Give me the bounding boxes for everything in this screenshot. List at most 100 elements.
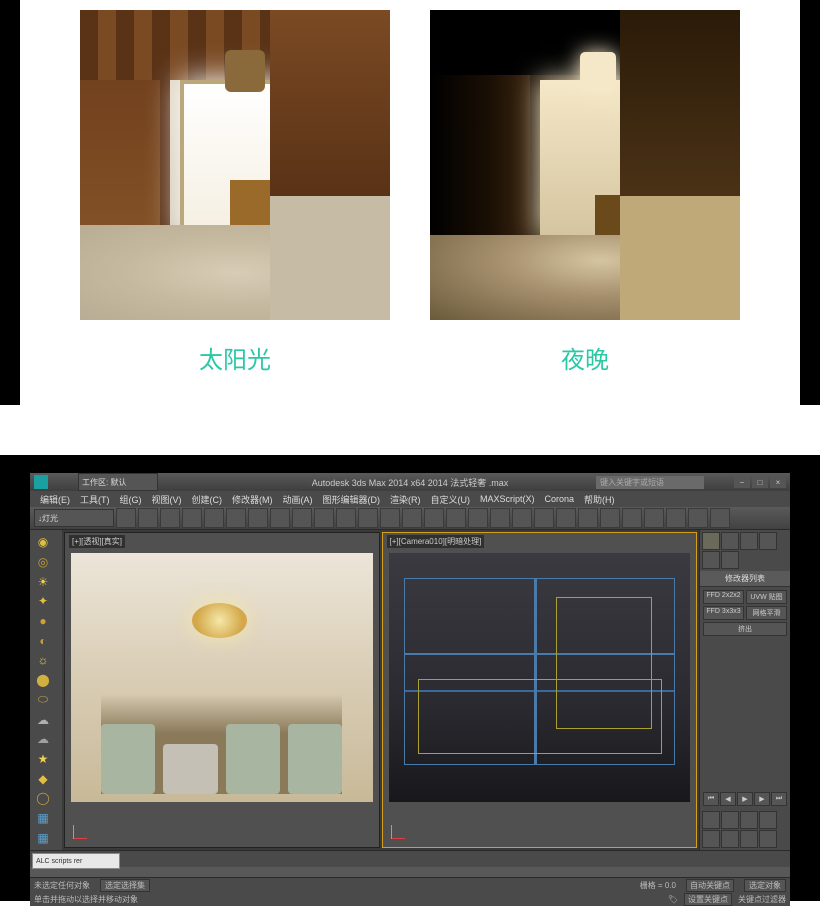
menu-help[interactable]: 帮助(H)	[580, 493, 619, 506]
menu-customize[interactable]: 自定义(U)	[427, 493, 475, 506]
light-tool-icon[interactable]: ◎	[33, 554, 53, 571]
toolbar-button[interactable]	[666, 508, 686, 528]
toolbar-button[interactable]	[556, 508, 576, 528]
menu-grapheditors[interactable]: 图形编辑器(D)	[319, 493, 385, 506]
menu-animation[interactable]: 动画(A)	[279, 493, 317, 506]
hierarchy-tab-icon[interactable]	[740, 532, 758, 550]
viewport-perspective[interactable]: [+][透视][真实]	[64, 532, 380, 848]
maximize-viewport-button[interactable]	[759, 811, 777, 829]
toolbar-button[interactable]	[270, 508, 290, 528]
toolbar-button[interactable]	[160, 508, 180, 528]
modifier-button[interactable]: 挤出	[703, 622, 787, 636]
menu-modifiers[interactable]: 修改器(M)	[228, 493, 277, 506]
time-slider[interactable]: 0 / 100	[30, 850, 790, 867]
utilities-tab-icon[interactable]	[721, 551, 739, 569]
light-tool-icon[interactable]: ☼	[33, 652, 53, 669]
modify-tab-icon[interactable]	[721, 532, 739, 550]
pan-button[interactable]	[702, 811, 720, 829]
orbit-button[interactable]	[740, 811, 758, 829]
menu-rendering[interactable]: 渲染(R)	[386, 493, 425, 506]
light-tool-icon[interactable]: ✦	[33, 593, 53, 610]
nav-button[interactable]	[702, 830, 720, 848]
toolbar-button[interactable]	[446, 508, 466, 528]
modifier-button[interactable]: FFD 2x2x2	[703, 590, 744, 604]
help-search-input[interactable]: 键入关键字或短语	[596, 476, 704, 489]
alc-scripts-panel[interactable]: ALC scripts rer	[32, 853, 120, 869]
selection-set-dropdown[interactable]: 选定选择集	[100, 879, 150, 892]
next-frame-button[interactable]: ▶	[754, 792, 770, 806]
key-filters-button[interactable]: 关键点过滤器	[738, 894, 786, 905]
viewport-label[interactable]: [+][Camera010][明暗处理]	[387, 535, 485, 548]
setkey-button[interactable]: 设置关键点	[684, 893, 732, 906]
toolbar-button[interactable]	[578, 508, 598, 528]
grid-icon[interactable]: ▦	[33, 810, 53, 827]
key-filter-dropdown[interactable]: 选定对象	[744, 879, 786, 892]
light-tool-icon[interactable]: ◐	[33, 632, 53, 649]
viewport-label[interactable]: [+][透视][真实]	[69, 535, 125, 548]
play-button[interactable]: ▶	[737, 792, 753, 806]
autokey-button[interactable]: 自动关键点	[686, 879, 734, 892]
menu-group[interactable]: 组(G)	[116, 493, 146, 506]
create-tab-icon[interactable]	[702, 532, 720, 550]
toolbar-button[interactable]	[336, 508, 356, 528]
toolbar-button[interactable]	[292, 508, 312, 528]
app-icon[interactable]	[34, 475, 48, 489]
cloud-icon[interactable]: ☁	[33, 731, 53, 748]
toolbar-button[interactable]	[402, 508, 422, 528]
modifier-button[interactable]: FFD 3x3x3	[703, 606, 744, 620]
toolbar-button[interactable]	[644, 508, 664, 528]
sun-icon[interactable]: ☀	[33, 573, 53, 590]
toolbar-button[interactable]	[182, 508, 202, 528]
menu-corona[interactable]: Corona	[541, 494, 579, 504]
motion-tab-icon[interactable]	[759, 532, 777, 550]
toolbar-button[interactable]	[424, 508, 444, 528]
modifier-button[interactable]: UVW 贴图	[746, 590, 787, 604]
toolbar-button[interactable]	[534, 508, 554, 528]
goto-start-button[interactable]: ⏮	[703, 792, 719, 806]
nav-button[interactable]	[740, 830, 758, 848]
minimize-button[interactable]: −	[734, 476, 750, 488]
light-tool-icon[interactable]: ●	[33, 613, 53, 630]
toolbar-button[interactable]	[248, 508, 268, 528]
circle-icon[interactable]: ◯	[33, 790, 53, 807]
goto-end-button[interactable]: ⏭	[771, 792, 787, 806]
prev-frame-button[interactable]: ◀	[720, 792, 736, 806]
modifier-list-header[interactable]: 修改器列表	[700, 571, 790, 587]
toolbar-button[interactable]	[710, 508, 730, 528]
selection-filter-dropdown[interactable]: ↓灯光	[34, 509, 114, 527]
menu-maxscript[interactable]: MAXScript(X)	[476, 494, 539, 504]
toolbar-button[interactable]	[600, 508, 620, 528]
toolbar-button[interactable]	[380, 508, 400, 528]
star-icon[interactable]: ★	[33, 751, 53, 768]
toolbar-button[interactable]	[490, 508, 510, 528]
nav-button[interactable]	[759, 830, 777, 848]
grid-icon[interactable]: ▦	[33, 829, 53, 846]
zoom-button[interactable]	[721, 811, 739, 829]
maximize-button[interactable]: □	[752, 476, 768, 488]
toolbar-button[interactable]	[204, 508, 224, 528]
diamond-icon[interactable]: ◆	[33, 770, 53, 787]
light-tool-icon[interactable]: ◉	[33, 534, 53, 551]
toolbar-button[interactable]	[622, 508, 642, 528]
display-tab-icon[interactable]	[702, 551, 720, 569]
toolbar-button[interactable]	[468, 508, 488, 528]
toolbar-button[interactable]	[116, 508, 136, 528]
light-tool-icon[interactable]: ⬭	[33, 692, 53, 709]
viewport-camera[interactable]: [+][Camera010][明暗处理]	[382, 532, 698, 848]
light-tool-icon[interactable]: ⬤	[33, 672, 53, 689]
toolbar-button[interactable]	[358, 508, 378, 528]
add-time-tag-icon[interactable]: 🏷	[668, 895, 678, 904]
toolbar-button[interactable]	[688, 508, 708, 528]
toolbar-button[interactable]	[512, 508, 532, 528]
toolbar-button[interactable]	[314, 508, 334, 528]
menu-views[interactable]: 视图(V)	[148, 493, 186, 506]
menu-edit[interactable]: 编辑(E)	[36, 493, 74, 506]
track-bar[interactable]	[30, 867, 790, 878]
toolbar-button[interactable]	[226, 508, 246, 528]
toolbar-button[interactable]	[138, 508, 158, 528]
cloud-icon[interactable]: ☁	[33, 711, 53, 728]
close-button[interactable]: ×	[770, 476, 786, 488]
menu-tools[interactable]: 工具(T)	[76, 493, 114, 506]
modifier-button[interactable]: 网格平滑	[746, 606, 787, 620]
workspace-dropdown[interactable]: 工作区: 默认	[78, 473, 158, 491]
